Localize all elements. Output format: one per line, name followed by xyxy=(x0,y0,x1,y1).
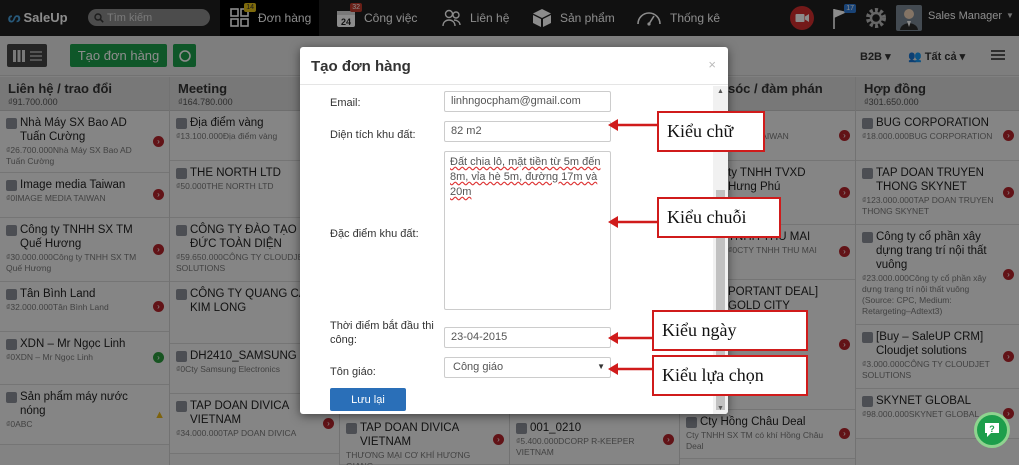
religion-value: Công giáo xyxy=(453,361,504,373)
area-label: Diện tích khu đất: xyxy=(330,129,416,141)
features-label: Đặc điểm khu đất: xyxy=(330,228,419,240)
religion-label: Tôn giáo: xyxy=(330,366,376,378)
features-textarea[interactable]: Đất chia lô, mặt tiền từ 5m đến 8m, vỉa … xyxy=(444,151,611,310)
annotation-date-type: Kiểu ngày xyxy=(652,310,808,351)
religion-select[interactable]: Công giáo ▼ xyxy=(444,357,611,378)
caret-down-icon: ▼ xyxy=(597,362,605,371)
email-field[interactable]: linhngocpham@gmail.com xyxy=(444,91,611,112)
save-button[interactable]: Lưu lại xyxy=(330,388,406,411)
help-chat-button[interactable]: ? xyxy=(974,412,1010,448)
help-icon: ? xyxy=(985,423,999,437)
features-text: Đất chia lô, mặt tiền từ 5m đến 8m, vỉa … xyxy=(450,156,601,198)
svg-text:?: ? xyxy=(989,424,995,434)
annotation-select-type: Kiểu lựa chọn xyxy=(652,355,808,396)
arrow-left-icon xyxy=(608,363,654,375)
arrow-left-icon xyxy=(608,119,658,131)
arrow-left-icon xyxy=(608,216,658,228)
close-icon[interactable]: × xyxy=(708,57,716,72)
modal-title: Tạo đơn hàng xyxy=(311,58,411,75)
email-label: Email: xyxy=(330,97,361,109)
area-field[interactable]: 82 m2 xyxy=(444,121,611,142)
arrow-left-icon xyxy=(608,332,658,344)
annotation-string-type: Kiểu chuỗi xyxy=(657,197,781,238)
start-date-label: Thời điểm bắt đầu thi công: xyxy=(330,320,434,346)
scroll-down-icon[interactable]: ▼ xyxy=(717,405,724,412)
annotation-text-type: Kiểu chữ xyxy=(657,111,765,152)
start-date-field[interactable]: 23-04-2015 xyxy=(444,327,611,348)
scroll-up-icon[interactable]: ▲ xyxy=(717,88,724,95)
modal-header: Tạo đơn hàng × xyxy=(300,47,728,85)
